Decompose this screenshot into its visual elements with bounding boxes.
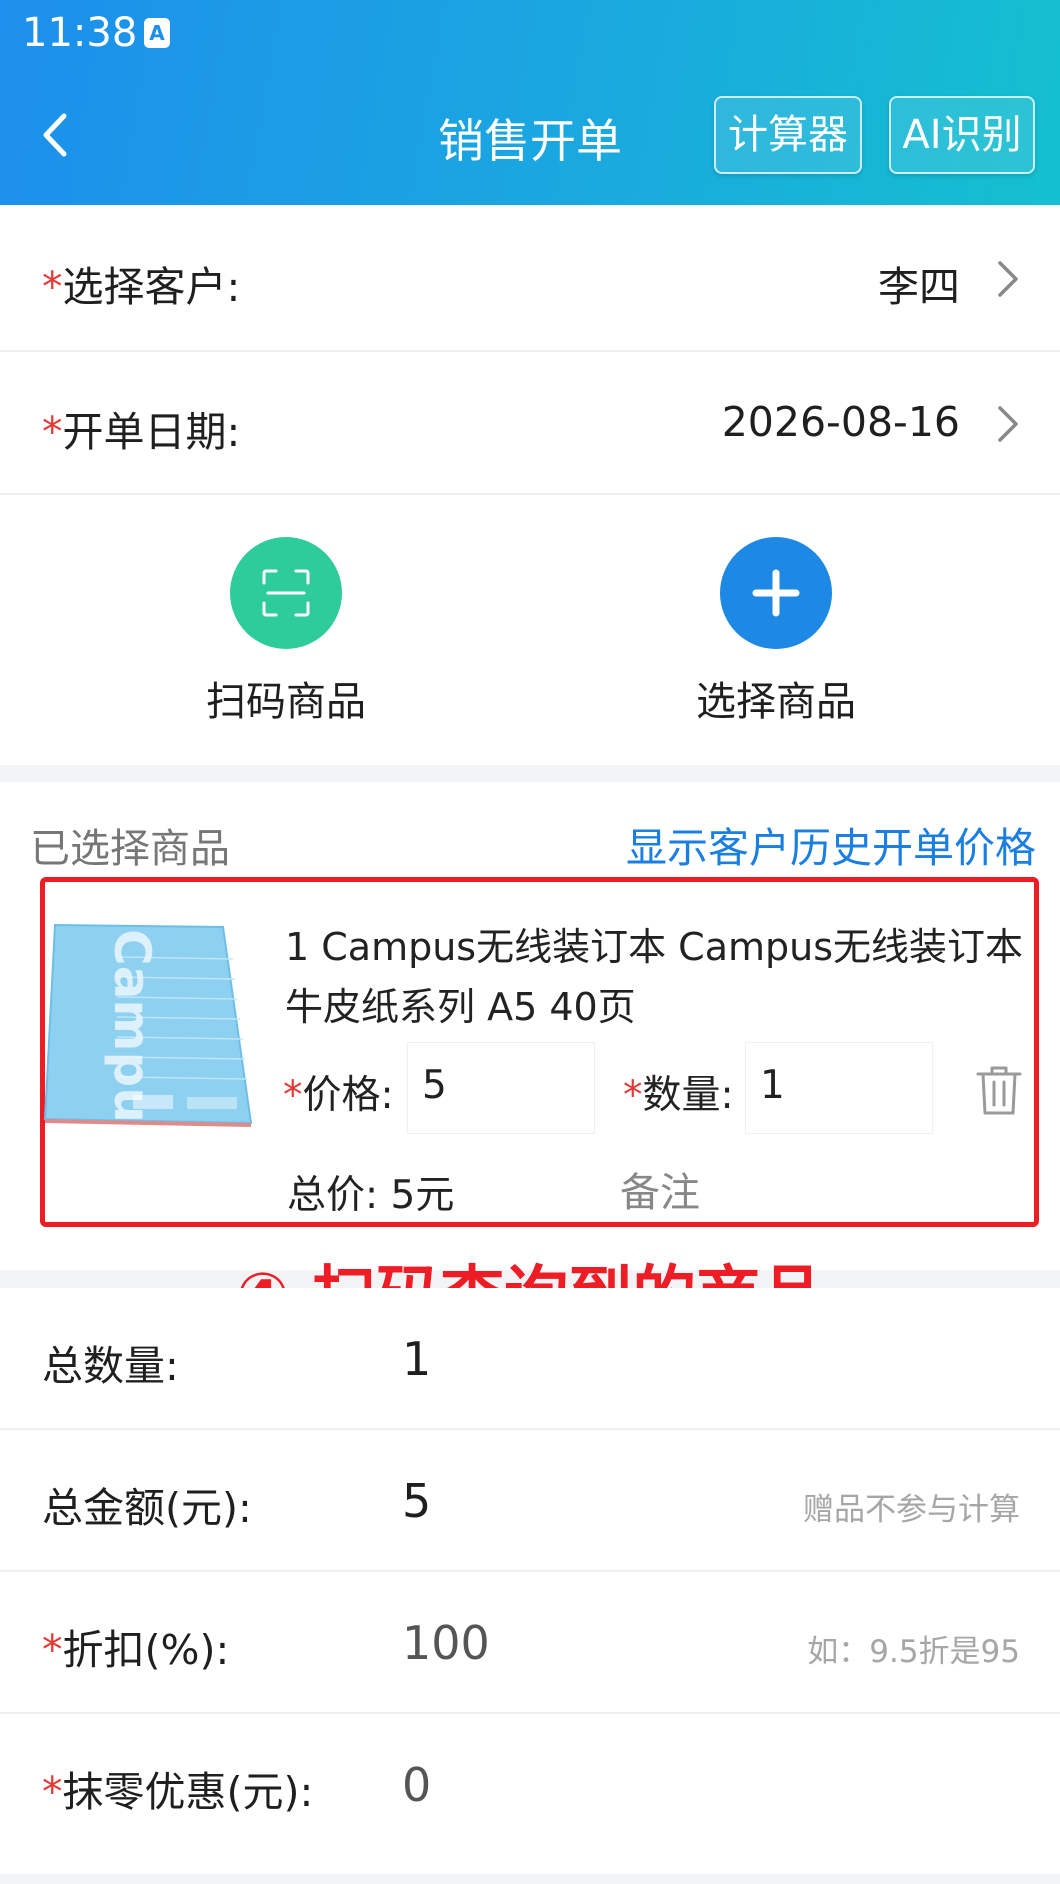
notification-icon: A (144, 18, 170, 48)
order-date-row[interactable]: *开单日期: 2026-08-16 (0, 352, 1060, 494)
quantity-input[interactable]: 1 (745, 1042, 933, 1134)
trash-icon[interactable] (975, 1064, 1023, 1116)
product-card: Campus 1 Campus无线装订本 Campus无线装订本 牛皮纸系列 A… (40, 877, 1039, 1227)
product-image: Campus (43, 923, 253, 1127)
ai-recognize-button[interactable]: AI识别 (889, 96, 1035, 174)
required-mark: * (42, 1626, 63, 1674)
select-product-label: 选择商品 (696, 679, 856, 725)
product-total-price: 总价: 5元 (287, 1173, 455, 1218)
remark-input[interactable]: 备注 (620, 1160, 700, 1218)
order-date-label: 开单日期: (62, 408, 241, 456)
selected-products-title: 已选择商品 (30, 826, 230, 872)
required-mark: * (42, 263, 63, 311)
discount-hint: 如：9.5折是95 (807, 1634, 1020, 1670)
app-header: 11:38 A 销售开单 计算器 AI识别 (0, 0, 1060, 205)
rounding-input[interactable]: 0 (402, 1758, 431, 1812)
scan-product-button[interactable]: 扫码商品 (186, 537, 386, 727)
order-date-value: 2026-08-16 (721, 398, 960, 446)
calculator-button[interactable]: 计算器 (714, 96, 862, 174)
discount-input[interactable]: 100 (402, 1616, 490, 1670)
scan-product-label: 扫码商品 (206, 679, 366, 725)
required-mark: * (42, 408, 63, 456)
price-label: 价格: (302, 1073, 394, 1118)
total-amount-row: 总金额(元): 5 赠品不参与计算 (0, 1430, 1060, 1570)
discount-label: 折扣(%): (62, 1626, 230, 1674)
chevron-right-icon (998, 406, 1018, 442)
product-name: 1 Campus无线装订本 Campus无线装订本 牛皮纸系列 A5 40页 (285, 925, 1024, 1029)
required-mark: * (623, 1073, 643, 1118)
quantity-label: 数量: (642, 1073, 734, 1118)
required-mark: * (283, 1073, 303, 1118)
discount-row[interactable]: *折扣(%): 100 如：9.5折是95 (0, 1572, 1060, 1712)
total-amount-value: 5 (402, 1474, 432, 1528)
product-actions: 扫码商品 选择商品 (0, 495, 1060, 765)
rounding-label: 抹零优惠(元): (62, 1768, 314, 1816)
select-product-button[interactable]: 选择商品 (676, 537, 876, 727)
scan-icon (230, 537, 342, 649)
plus-icon (720, 537, 832, 649)
selected-products-section: 已选择商品 显示客户历史开单价格 Campus 1 Campus无线装订本 Ca… (0, 782, 1060, 1270)
price-input[interactable]: 5 (407, 1042, 595, 1134)
status-time: 11:38 (22, 10, 138, 56)
total-amount-hint: 赠品不参与计算 (803, 1492, 1020, 1528)
history-price-link[interactable]: 显示客户历史开单价格 (626, 814, 1036, 874)
total-quantity-value: 1 (402, 1332, 432, 1386)
chevron-right-icon (998, 261, 1018, 297)
customer-label: 选择客户: (62, 263, 241, 311)
total-amount-label: 总金额(元): (42, 1484, 252, 1532)
customer-row[interactable]: *选择客户: 李四 (0, 205, 1060, 350)
total-quantity-label: 总数量: (42, 1342, 179, 1390)
rounding-row[interactable]: *抹零优惠(元): 0 (0, 1714, 1060, 1874)
customer-value: 李四 (878, 263, 960, 311)
required-mark: * (42, 1768, 63, 1816)
total-quantity-row: 总数量: 1 (0, 1288, 1060, 1428)
